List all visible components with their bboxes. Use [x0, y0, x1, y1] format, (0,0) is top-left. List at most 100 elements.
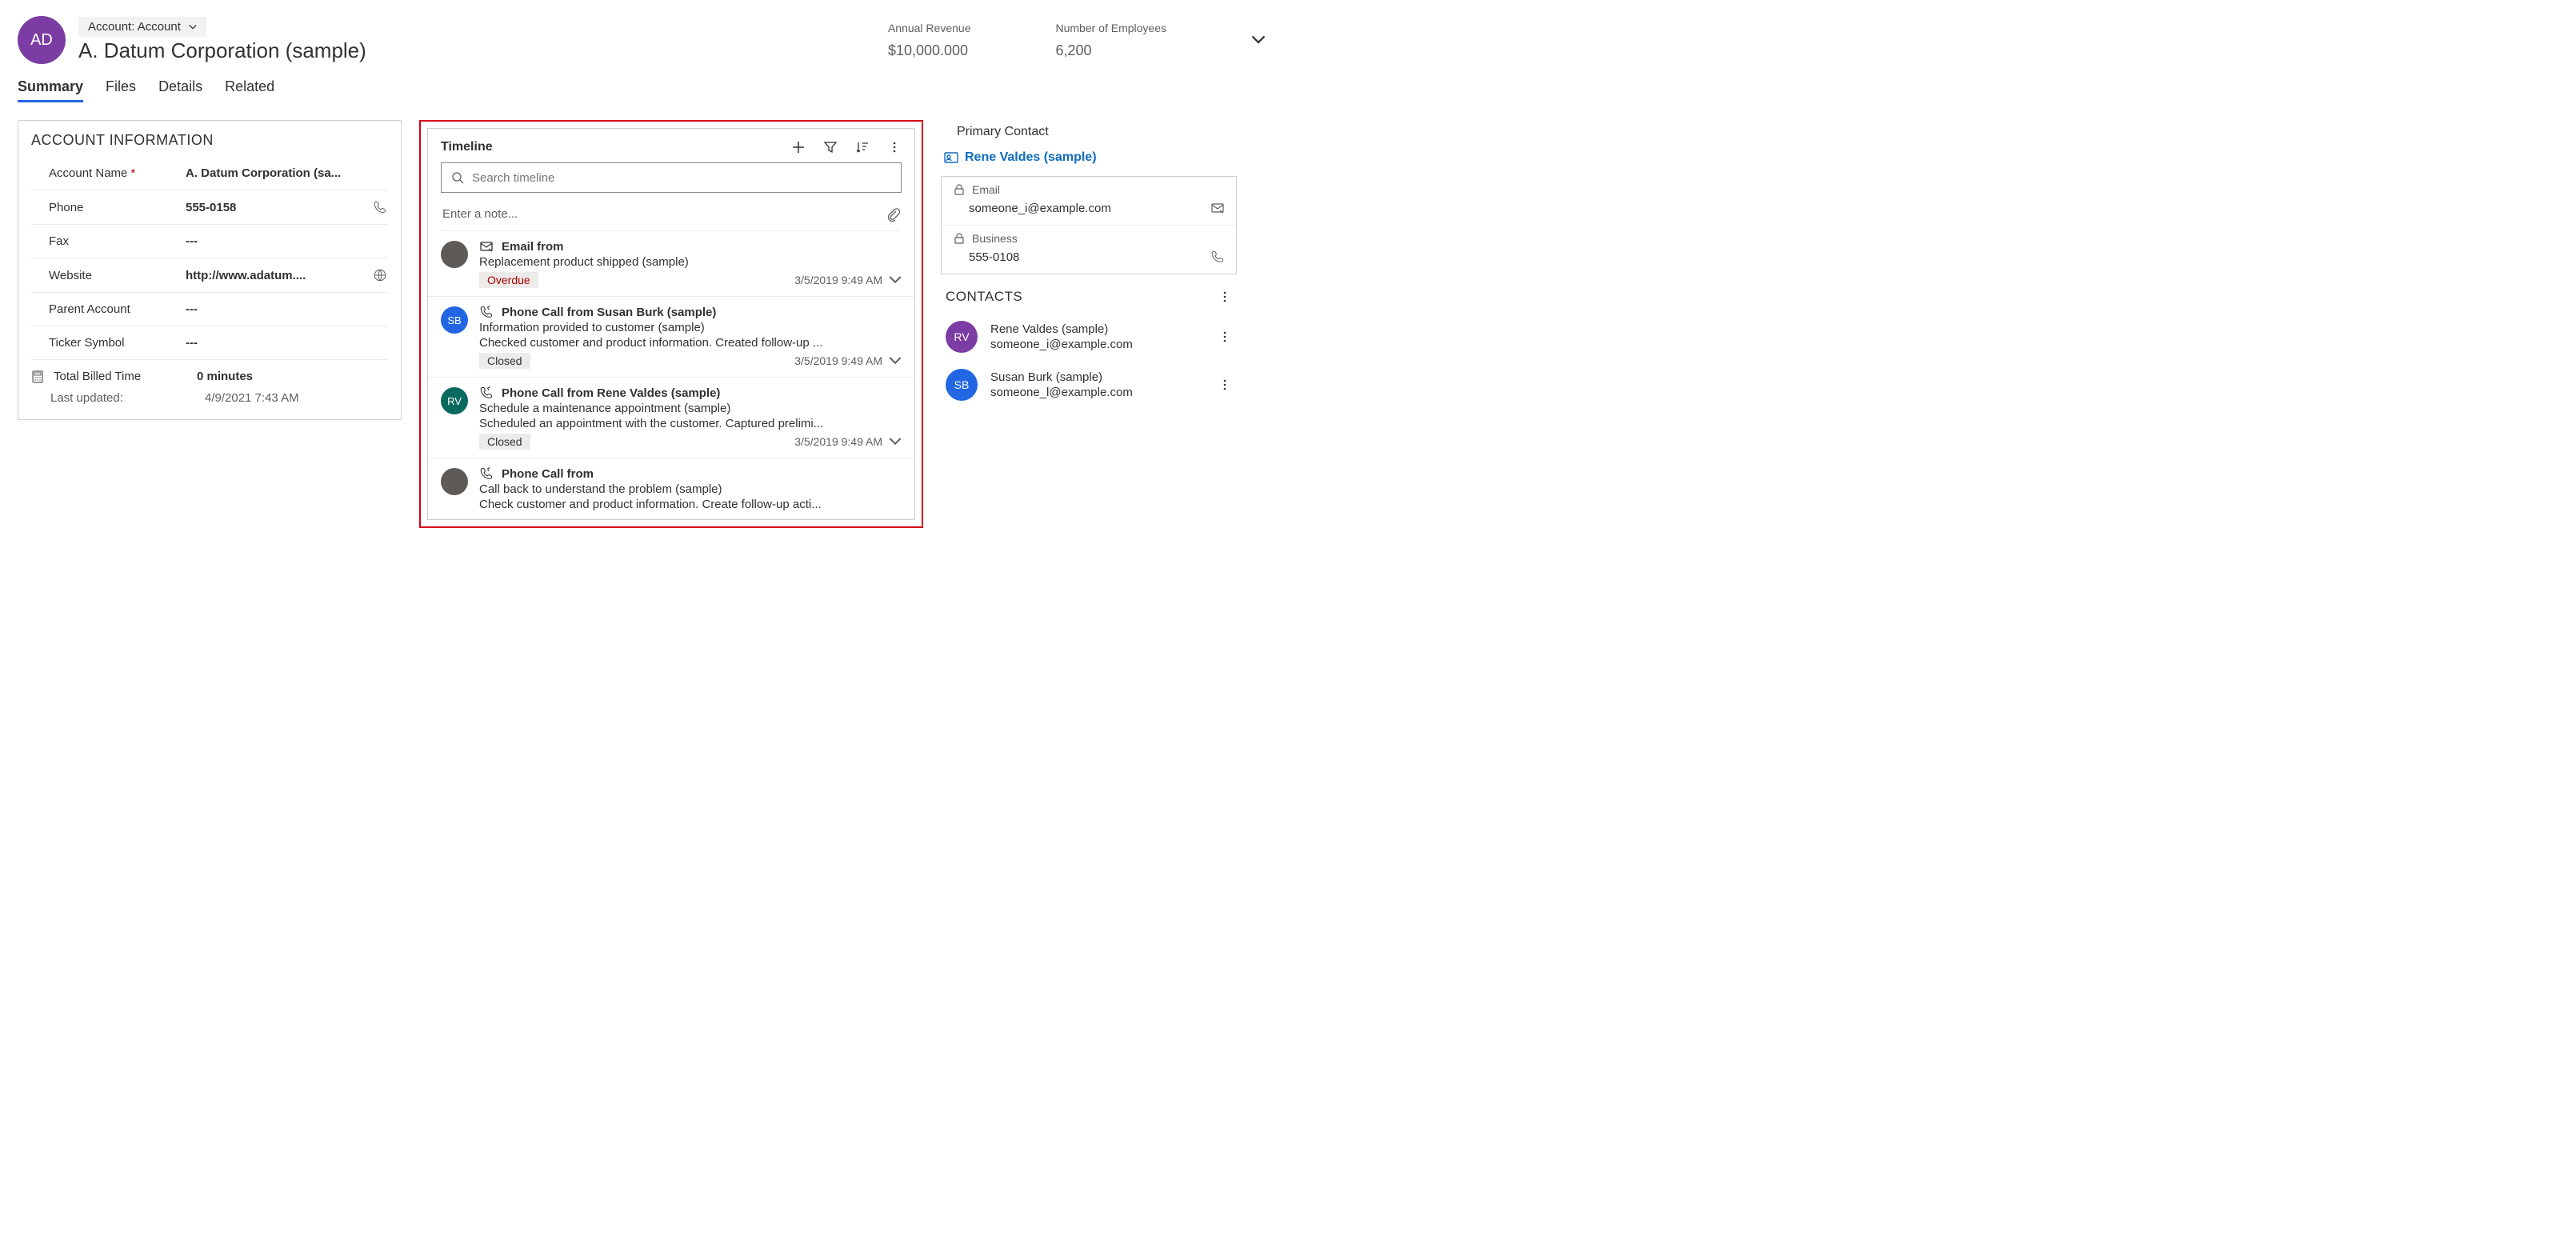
stat-label: Number of Employees [1055, 22, 1166, 34]
field-label: Last updated: [50, 391, 198, 405]
field-value: 555-0158 [186, 201, 366, 214]
timeline-item-title: Phone Call from Rene Valdes (sample) [502, 386, 720, 400]
timeline-item-title: Phone Call from Susan Burk (sample) [502, 306, 716, 319]
timeline-item[interactable]: RV Phone Call from Rene Valdes (sample) Sc… [428, 378, 914, 458]
note-placeholder: Enter a note... [442, 207, 518, 221]
chevron-down-icon[interactable] [889, 274, 902, 286]
timeline-title: Timeline [441, 140, 791, 154]
lock-icon [953, 183, 966, 196]
field-value: 0 minutes [197, 370, 388, 383]
more-icon[interactable] [887, 140, 902, 154]
timeline-item-preview: Check customer and product information. … [479, 498, 902, 511]
more-icon[interactable] [1218, 330, 1232, 344]
phone-icon[interactable] [372, 200, 388, 214]
contact-avatar: SB [946, 369, 978, 401]
timeline-avatar: SB [441, 306, 468, 334]
add-icon[interactable] [791, 140, 806, 154]
status-badge: Closed [479, 353, 530, 369]
stat-value: $10,000.000 [888, 42, 971, 59]
contact-email: someone_i@example.com [990, 338, 1133, 351]
timeline-item-subject: Schedule a maintenance appointment (samp… [479, 402, 902, 415]
tab-files[interactable]: Files [106, 78, 136, 102]
timeline-avatar [441, 241, 468, 268]
phone-icon [479, 305, 494, 319]
header-expand[interactable] [1251, 33, 1266, 47]
phone-icon [479, 466, 494, 481]
status-badge: Closed [479, 434, 530, 450]
tabs: Summary Files Details Related [18, 78, 1266, 102]
field-value: --- [186, 234, 388, 248]
contacts-title: CONTACTS [946, 289, 1218, 305]
field-label: Phone [31, 201, 179, 214]
field-label: Business [972, 232, 1018, 245]
more-icon[interactable] [1218, 378, 1232, 392]
timeline-item-time: 3/5/2019 9:49 AM [794, 435, 882, 448]
globe-icon[interactable] [372, 268, 388, 282]
timeline-card: Timeline Enter a note... Emai [427, 128, 915, 520]
more-icon[interactable] [1218, 290, 1232, 304]
sort-icon[interactable] [855, 140, 870, 154]
contact-item[interactable]: SBSusan Burk (sample)someone_l@example.c… [941, 361, 1237, 409]
timeline-item[interactable]: Phone Call fromCall back to understand t… [428, 458, 914, 519]
timeline-note-input[interactable]: Enter a note... [441, 198, 902, 231]
timeline-avatar: RV [441, 387, 468, 414]
contact-name: Susan Burk (sample) [990, 370, 1133, 384]
timeline-item[interactable]: Email fromReplacement product shipped (s… [428, 231, 914, 297]
email-icon[interactable] [1210, 201, 1225, 215]
field-parent-account[interactable]: Parent Account --- [31, 293, 388, 326]
pc-email-field[interactable]: Email someone_i@example.com [942, 177, 1236, 226]
field-account-name[interactable]: Account Name* A. Datum Corporation (sa..… [31, 157, 388, 190]
field-value: --- [186, 336, 388, 350]
account-info-title: ACCOUNT INFORMATION [31, 132, 388, 149]
tab-details[interactable]: Details [158, 78, 202, 102]
timeline-item-time: 3/5/2019 9:49 AM [794, 354, 882, 367]
timeline-item-subject: Call back to understand the problem (sam… [479, 482, 902, 496]
page-header: AD Account: Account A. Datum Corporation… [18, 16, 1266, 78]
timeline-item[interactable]: SB Phone Call from Susan Burk (sample) Inf… [428, 297, 914, 378]
stat-value: 6,200 [1055, 42, 1166, 59]
tab-summary[interactable]: Summary [18, 78, 83, 102]
field-label: Account Name [49, 166, 127, 180]
lock-icon [953, 232, 966, 245]
primary-contact-link[interactable]: Rene Valdes (sample) [941, 150, 1237, 165]
chevron-down-icon[interactable] [889, 354, 902, 367]
field-label: Website [31, 269, 179, 282]
field-fax[interactable]: Fax --- [31, 225, 388, 258]
contact-card-icon [944, 150, 958, 165]
contact-avatar: RV [946, 321, 978, 353]
tab-related[interactable]: Related [225, 78, 274, 102]
entity-breadcrumb[interactable]: Account: Account [78, 17, 206, 37]
phone-icon[interactable] [1210, 250, 1225, 264]
page-title: A. Datum Corporation (sample) [78, 38, 366, 63]
field-last-updated: Last updated: 4/9/2021 7:43 AM [31, 383, 388, 413]
chevron-down-icon[interactable] [889, 435, 902, 448]
phone-icon [479, 386, 494, 400]
field-label: Ticker Symbol [31, 336, 179, 350]
filter-icon[interactable] [823, 140, 838, 154]
field-value: 555-0108 [969, 250, 1019, 264]
timeline-item-preview: Checked customer and product information… [479, 336, 902, 350]
timeline-item-time: 3/5/2019 9:49 AM [794, 274, 882, 286]
timeline-search-input[interactable] [472, 171, 891, 185]
pc-business-field[interactable]: Business 555-0108 [942, 226, 1236, 274]
contact-item[interactable]: RVRene Valdes (sample)someone_i@example.… [941, 313, 1237, 361]
field-ticker[interactable]: Ticker Symbol --- [31, 326, 388, 360]
contacts-header: CONTACTS [941, 274, 1237, 313]
chevron-down-icon [189, 23, 197, 31]
account-avatar: AD [18, 16, 66, 64]
timeline-search[interactable] [441, 162, 902, 193]
field-phone[interactable]: Phone 555-0158 [31, 190, 388, 225]
field-value: 4/9/2021 7:43 AM [205, 391, 299, 405]
field-value: someone_i@example.com [969, 202, 1111, 215]
field-value: --- [186, 302, 388, 316]
field-label: Email [972, 183, 1000, 196]
attachment-icon[interactable] [886, 207, 900, 222]
field-website[interactable]: Website http://www.adatum.... [31, 258, 388, 293]
timeline-item-subject: Information provided to customer (sample… [479, 321, 902, 334]
account-info-card: ACCOUNT INFORMATION Account Name* A. Dat… [18, 120, 402, 420]
primary-contact-card: Email someone_i@example.com Business 555… [941, 176, 1237, 274]
timeline-item-title: Phone Call from [502, 467, 594, 481]
field-label: Parent Account [31, 302, 179, 316]
field-label: Total Billed Time [50, 370, 190, 383]
timeline-item-preview: Scheduled an appointment with the custom… [479, 417, 902, 430]
